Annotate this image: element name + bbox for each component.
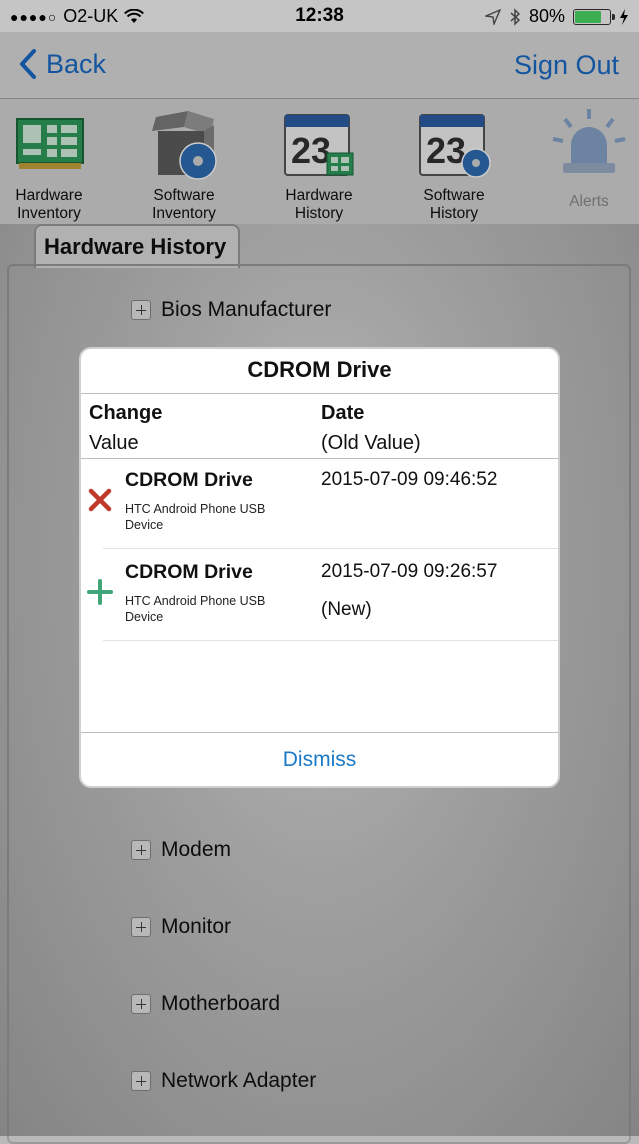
svg-text:23: 23 bbox=[426, 130, 466, 171]
navigation-bar: Back Sign Out bbox=[0, 32, 639, 99]
tree-item-network-adapter[interactable]: Network Adapter bbox=[131, 1069, 316, 1093]
table-row[interactable]: CDROM Drive HTC Android Phone USB Device… bbox=[81, 549, 558, 641]
alerts-button[interactable]: Alerts bbox=[534, 99, 639, 211]
removed-x-icon bbox=[88, 488, 112, 512]
column-header-date: Date bbox=[321, 402, 365, 424]
change-detail-dialog: CDROM Drive Change Value Date (Old Value… bbox=[79, 347, 560, 788]
svg-text:23: 23 bbox=[291, 130, 331, 171]
expand-plus-icon[interactable] bbox=[131, 994, 151, 1014]
column-header-change: Change bbox=[89, 402, 163, 424]
row-detail: HTC Android Phone USB Device bbox=[125, 594, 266, 624]
dismiss-button[interactable]: Dismiss bbox=[81, 733, 558, 772]
column-header-value: Value bbox=[89, 432, 139, 454]
hardware-inventory-label: Hardware bbox=[15, 187, 83, 204]
row-divider bbox=[103, 640, 558, 641]
tab-hardware-history[interactable]: Hardware History bbox=[34, 224, 240, 268]
tree-item-motherboard[interactable]: Motherboard bbox=[131, 992, 280, 1016]
software-inventory-label: Software bbox=[153, 187, 215, 204]
calendar-hardware-icon: 23 bbox=[284, 114, 354, 176]
sign-out-button[interactable]: Sign Out bbox=[514, 50, 619, 81]
column-header-old-value: (Old Value) bbox=[321, 432, 421, 454]
charging-icon bbox=[620, 8, 628, 25]
table-row[interactable]: CDROM Drive HTC Android Phone USB Device… bbox=[81, 457, 558, 549]
tree-item-monitor[interactable]: Monitor bbox=[131, 915, 231, 939]
row-detail: HTC Android Phone USB Device bbox=[125, 502, 266, 532]
back-button[interactable]: Back bbox=[18, 48, 106, 80]
tree-item-label: Modem bbox=[161, 838, 232, 861]
tree-item-bios-manufacturer[interactable]: Bios Manufacturer bbox=[131, 298, 331, 322]
hardware-inventory-label-2: Inventory bbox=[17, 205, 81, 222]
row-old-value: (New) bbox=[321, 599, 372, 620]
software-history-label: Software bbox=[423, 187, 485, 204]
expand-plus-icon[interactable] bbox=[131, 300, 151, 320]
software-history-button[interactable]: 23 Software History bbox=[399, 99, 509, 223]
software-inventory-label-2: Inventory bbox=[152, 205, 216, 222]
row-name: CDROM Drive bbox=[125, 469, 253, 491]
tree-item-label: Bios Manufacturer bbox=[161, 298, 332, 321]
hardware-history-button[interactable]: 23 Hardware History bbox=[264, 99, 374, 223]
hardware-history-label: Hardware bbox=[285, 187, 353, 204]
tree-item-label: Monitor bbox=[161, 915, 232, 938]
row-date: 2015-07-09 09:26:57 bbox=[321, 561, 498, 582]
back-label: Back bbox=[46, 48, 107, 79]
location-arrow-icon bbox=[484, 8, 501, 25]
tree-item-label: Network Adapter bbox=[161, 1069, 317, 1092]
chevron-left-icon bbox=[20, 49, 36, 79]
alerts-label: Alerts bbox=[569, 193, 609, 210]
bluetooth-icon bbox=[510, 7, 521, 26]
hardware-history-label-2: History bbox=[294, 205, 344, 222]
toolbar: Hardware Inventory Software Inventory 23… bbox=[0, 99, 639, 224]
circuit-board-icon bbox=[16, 118, 84, 169]
software-history-label-2: History bbox=[429, 205, 479, 222]
alert-siren-icon bbox=[552, 109, 626, 173]
hardware-inventory-button[interactable]: Hardware Inventory bbox=[0, 99, 104, 223]
dialog-title: CDROM Drive bbox=[247, 357, 392, 382]
table-header: Change Value Date (Old Value) bbox=[81, 393, 558, 459]
expand-plus-icon[interactable] bbox=[131, 1071, 151, 1091]
tree-item-modem[interactable]: Modem bbox=[131, 838, 231, 862]
expand-plus-icon[interactable] bbox=[131, 917, 151, 937]
row-date: 2015-07-09 09:46:52 bbox=[321, 469, 498, 490]
dialog-button-bar: Dismiss bbox=[81, 732, 558, 786]
added-plus-icon bbox=[87, 579, 113, 605]
battery-icon bbox=[573, 8, 615, 25]
row-name: CDROM Drive bbox=[125, 561, 253, 583]
status-bar: ●●●●○ O2-UK 12:38 80% bbox=[0, 0, 639, 32]
calendar-software-icon: 23 bbox=[419, 114, 491, 178]
tree-item-label: Motherboard bbox=[161, 992, 281, 1015]
expand-plus-icon[interactable] bbox=[131, 840, 151, 860]
software-box-icon bbox=[152, 111, 217, 180]
battery-percent: 80% bbox=[528, 6, 565, 26]
software-inventory-button[interactable]: Software Inventory bbox=[129, 99, 239, 223]
